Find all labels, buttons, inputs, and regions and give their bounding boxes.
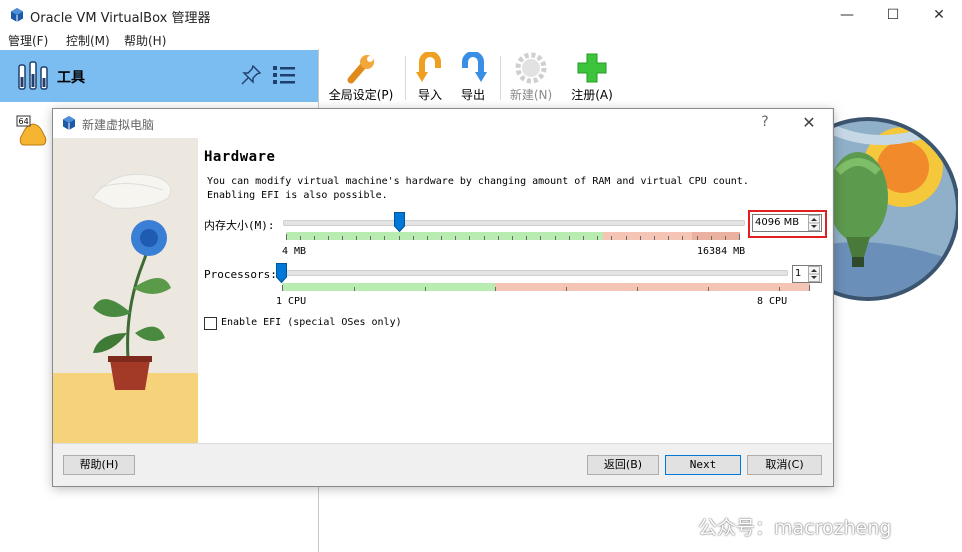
maximize-button[interactable]: ☐: [870, 0, 916, 30]
watermark-text: 公众号：macrozheng: [698, 517, 892, 539]
memory-label: 内存大小(M):: [204, 219, 275, 232]
minimize-button[interactable]: —: [824, 0, 870, 30]
global-settings-button[interactable]: 全局设定(P): [326, 52, 396, 104]
virtualbox-icon: [61, 115, 77, 131]
register-button[interactable]: 注册(A): [562, 52, 622, 104]
pin-icon[interactable]: [240, 64, 262, 86]
vm-os-icon: 64: [16, 115, 50, 149]
memory-slider[interactable]: [283, 220, 745, 226]
export-label: 导出: [460, 88, 485, 102]
dialog-close-button[interactable]: ✕: [797, 113, 821, 133]
processors-scale: [282, 283, 810, 291]
processors-spinner[interactable]: [808, 266, 820, 282]
tools-label: 工具: [57, 70, 85, 86]
page-description: Enabling EFI is also possible.: [207, 190, 388, 201]
menu-control[interactable]: 控制(M): [66, 32, 110, 49]
wizard-illustration: [53, 138, 198, 443]
tools-icon: [16, 59, 50, 93]
dialog-title-bar: [53, 109, 832, 138]
register-label: 注册(A): [571, 88, 613, 102]
wrench-icon: [347, 55, 374, 84]
global-settings-label: 全局设定(P): [328, 88, 394, 102]
window-title: Oracle VM VirtualBox 管理器: [30, 11, 211, 26]
efi-label: Enable EFI (special OSes only): [221, 317, 402, 328]
processors-slider[interactable]: [280, 270, 788, 276]
new-gear-icon: [515, 52, 547, 84]
processors-max-label: 8 CPU: [757, 296, 788, 307]
dialog-help-button[interactable]: ?: [756, 114, 774, 132]
menu-manage[interactable]: 管理(F): [8, 32, 48, 49]
back-button[interactable]: 返回(B): [587, 455, 659, 475]
new-label: 新建(N): [509, 88, 553, 102]
vm-badge: 64: [19, 117, 29, 126]
processors-slider-thumb[interactable]: [275, 263, 287, 284]
menu-list-icon[interactable]: [272, 64, 296, 86]
efi-checkbox[interactable]: [204, 317, 217, 330]
cancel-button[interactable]: 取消(C): [747, 455, 822, 475]
close-button[interactable]: ✕: [916, 0, 962, 30]
page-title: Hardware: [204, 149, 276, 165]
help-button[interactable]: 帮助(H): [63, 455, 135, 475]
memory-min-label: 4 MB: [282, 246, 307, 257]
memory-slider-thumb[interactable]: [394, 212, 405, 233]
page-description: You can modify virtual machine's hardwar…: [207, 176, 749, 187]
processors-min-label: 1 CPU: [276, 296, 307, 307]
add-plus-icon: [577, 53, 607, 83]
export-button[interactable]: 导出: [443, 52, 503, 104]
memory-scale: [286, 232, 740, 240]
new-button[interactable]: 新建(N): [501, 52, 561, 104]
processors-label: Processors:: [204, 268, 277, 281]
menu-help[interactable]: 帮助(H): [124, 32, 166, 49]
next-button[interactable]: Next: [665, 455, 741, 475]
dialog-title: 新建虚拟电脑: [82, 118, 155, 132]
memory-spinner[interactable]: [808, 215, 820, 231]
export-icon: [462, 52, 487, 82]
virtualbox-icon: [9, 7, 25, 23]
memory-max-label: 16384 MB: [697, 246, 746, 257]
